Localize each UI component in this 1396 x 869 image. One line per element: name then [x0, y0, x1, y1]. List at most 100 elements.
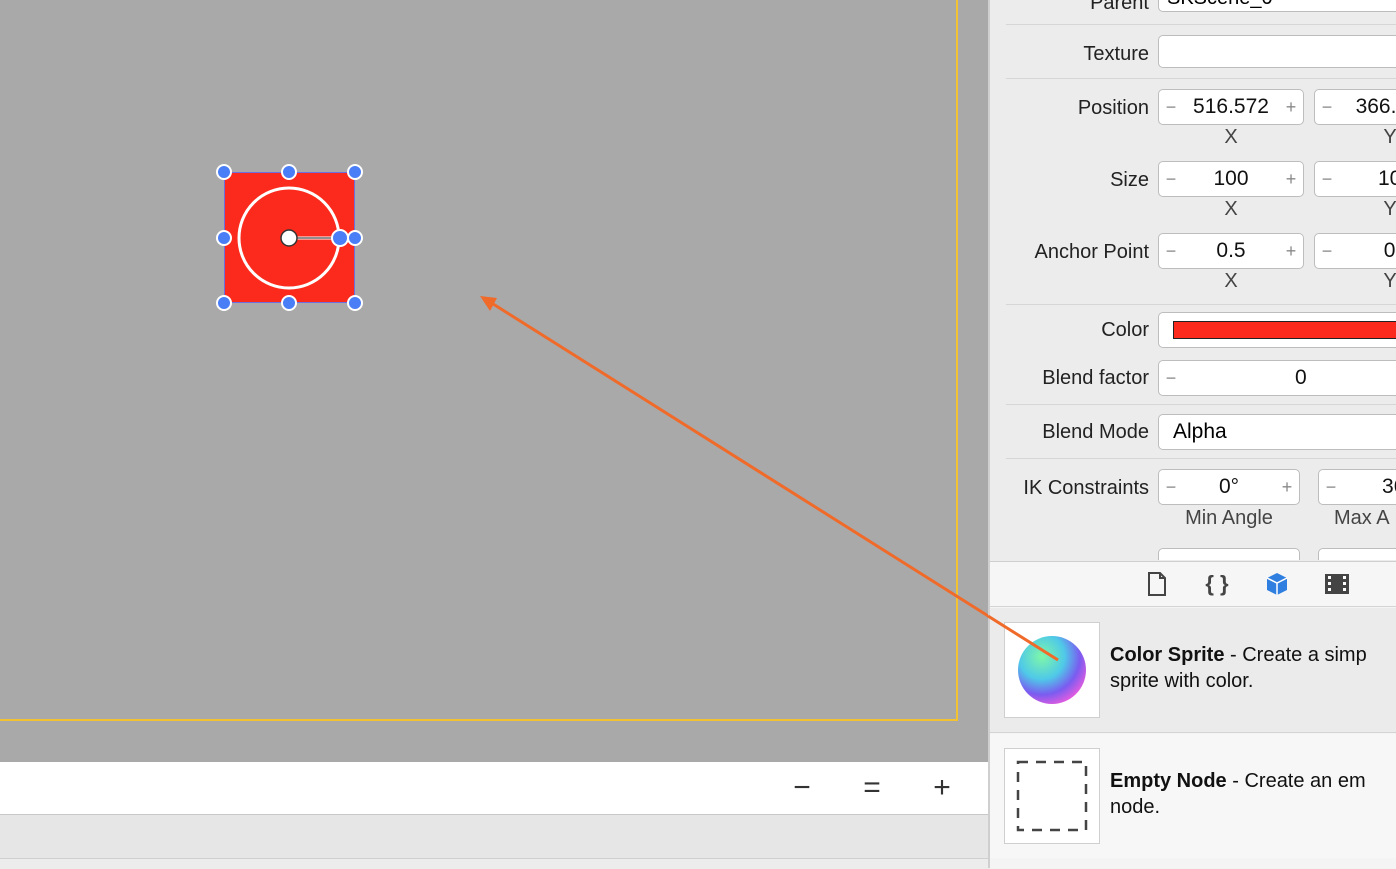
ik-min-angle-value[interactable]: 0°: [1183, 475, 1275, 499]
braces-icon[interactable]: { }: [1203, 570, 1231, 598]
next-row-field[interactable]: [1158, 548, 1300, 560]
rotation-handle: [331, 229, 349, 247]
library-item-description: - Create a simp: [1224, 644, 1367, 666]
decrement-icon[interactable]: −: [1159, 169, 1183, 190]
library-item-description: - Create an em: [1226, 770, 1366, 792]
y-sublabel: Y: [1383, 198, 1396, 220]
position-y-value[interactable]: 366.: [1339, 95, 1396, 119]
zoom-bar: − = +: [0, 762, 990, 815]
size-label: Size: [1110, 169, 1149, 191]
library-item-empty-node[interactable]: Empty Node - Create an em node.: [990, 734, 1396, 858]
size-y-stepper[interactable]: − 100: [1314, 161, 1396, 197]
anchor-y-stepper[interactable]: − 0.5: [1314, 233, 1396, 269]
color-swatch: [1173, 321, 1396, 339]
library-item-description-2: node.: [1110, 796, 1161, 818]
blend-factor-stepper[interactable]: − 0: [1158, 360, 1396, 396]
x-sublabel: X: [1224, 270, 1238, 292]
anchor-y-value[interactable]: 0.5: [1339, 239, 1396, 263]
ik-min-angle-stepper[interactable]: − 0° +: [1158, 469, 1300, 505]
scene-canvas[interactable]: [0, 0, 990, 762]
anchor-x-value[interactable]: 0.5: [1183, 239, 1279, 263]
media-film-icon[interactable]: [1323, 570, 1351, 598]
file-icon[interactable]: [1143, 570, 1171, 598]
library-item-color-sprite[interactable]: Color Sprite - Create a simp sprite with…: [990, 608, 1396, 733]
drag-arrow-line: [489, 300, 990, 619]
resize-handle-bottom-left[interactable]: [216, 295, 232, 311]
ik-max-angle-value[interactable]: 360: [1343, 475, 1396, 499]
resize-handle-bottom-right[interactable]: [347, 295, 363, 311]
resize-handle-right[interactable]: [347, 230, 363, 246]
anchor-x-stepper[interactable]: − 0.5 +: [1158, 233, 1304, 269]
position-x-value[interactable]: 516.572: [1183, 95, 1279, 119]
color-sprite-thumbnail: [1004, 622, 1100, 718]
anchor-point-label: Anchor Point: [1034, 241, 1149, 263]
decrement-icon[interactable]: −: [1159, 368, 1183, 389]
decrement-icon[interactable]: −: [1319, 477, 1343, 498]
ik-constraints-label: IK Constraints: [1023, 477, 1149, 499]
increment-icon[interactable]: +: [1279, 97, 1303, 118]
separator: [1006, 24, 1396, 25]
ik-max-angle-stepper[interactable]: − 360: [1318, 469, 1396, 505]
resize-handle-top-left[interactable]: [216, 164, 232, 180]
decrement-icon[interactable]: −: [1315, 241, 1339, 262]
next-row-field[interactable]: [1318, 548, 1396, 560]
color-well[interactable]: [1158, 312, 1396, 348]
separator: [1006, 304, 1396, 305]
blend-mode-label: Blend Mode: [1042, 421, 1149, 443]
zoom-in-button[interactable]: +: [922, 762, 962, 814]
x-sublabel: X: [1224, 126, 1238, 148]
library-item-description-2: sprite with color.: [1110, 670, 1254, 692]
separator: [1006, 78, 1396, 79]
parent-field[interactable]: SKScene_0: [1158, 0, 1396, 12]
texture-label: Texture: [1083, 43, 1149, 65]
separator: [1006, 404, 1396, 405]
library-item-name: Color Sprite: [1110, 644, 1225, 666]
attributes-inspector: Parent SKScene_0 Texture Position − 516.…: [990, 0, 1396, 560]
canvas-overlay: [237, 186, 990, 619]
object-cube-icon[interactable]: [1263, 570, 1291, 598]
parent-label: Parent: [1090, 0, 1149, 14]
decrement-icon[interactable]: −: [1315, 169, 1339, 190]
texture-field[interactable]: [1158, 35, 1396, 68]
x-sublabel: X: [1224, 198, 1238, 220]
resize-handle-top[interactable]: [281, 164, 297, 180]
position-label: Position: [1077, 97, 1149, 119]
resize-handle-left[interactable]: [216, 230, 232, 246]
decrement-icon[interactable]: −: [1159, 477, 1183, 498]
position-x-stepper[interactable]: − 516.572 +: [1158, 89, 1304, 125]
size-x-stepper[interactable]: − 100 +: [1158, 161, 1304, 197]
decrement-icon[interactable]: −: [1159, 241, 1183, 262]
library-item-name: Empty Node: [1110, 770, 1227, 792]
blend-mode-value: Alpha: [1173, 420, 1227, 443]
decrement-icon[interactable]: −: [1315, 97, 1339, 118]
object-library: { } Color Sprite - Create a simp sprite …: [990, 561, 1396, 869]
decrement-icon[interactable]: −: [1159, 97, 1183, 118]
blend-factor-value[interactable]: 0: [1183, 366, 1396, 390]
library-tab-bar: { }: [990, 562, 1396, 607]
color-wheel-icon: [1018, 636, 1086, 704]
bottom-strip: [0, 859, 990, 868]
max-angle-sublabel: Max A: [1334, 507, 1390, 529]
position-y-stepper[interactable]: − 366.: [1314, 89, 1396, 125]
zoom-reset-button[interactable]: =: [852, 762, 892, 814]
parent-value: SKScene_0: [1167, 0, 1273, 9]
y-sublabel: Y: [1383, 126, 1396, 148]
y-sublabel: Y: [1383, 270, 1396, 292]
zoom-out-button[interactable]: −: [782, 762, 822, 814]
size-y-value[interactable]: 100: [1339, 167, 1396, 191]
size-x-value[interactable]: 100: [1183, 167, 1279, 191]
blend-factor-label: Blend factor: [1042, 367, 1149, 389]
resize-handle-bottom[interactable]: [281, 295, 297, 311]
separator: [1006, 458, 1396, 459]
increment-icon[interactable]: +: [1275, 477, 1299, 498]
empty-node-thumbnail: [1004, 748, 1100, 844]
min-angle-sublabel: Min Angle: [1185, 507, 1273, 529]
increment-icon[interactable]: +: [1279, 169, 1303, 190]
color-label: Color: [1101, 319, 1149, 341]
blend-mode-select[interactable]: Alpha: [1158, 414, 1396, 450]
resize-handle-top-right[interactable]: [347, 164, 363, 180]
anchor-point-handle: [280, 229, 298, 247]
increment-icon[interactable]: +: [1279, 241, 1303, 262]
dashed-square-icon: [1016, 760, 1088, 832]
status-bar: [0, 815, 990, 859]
